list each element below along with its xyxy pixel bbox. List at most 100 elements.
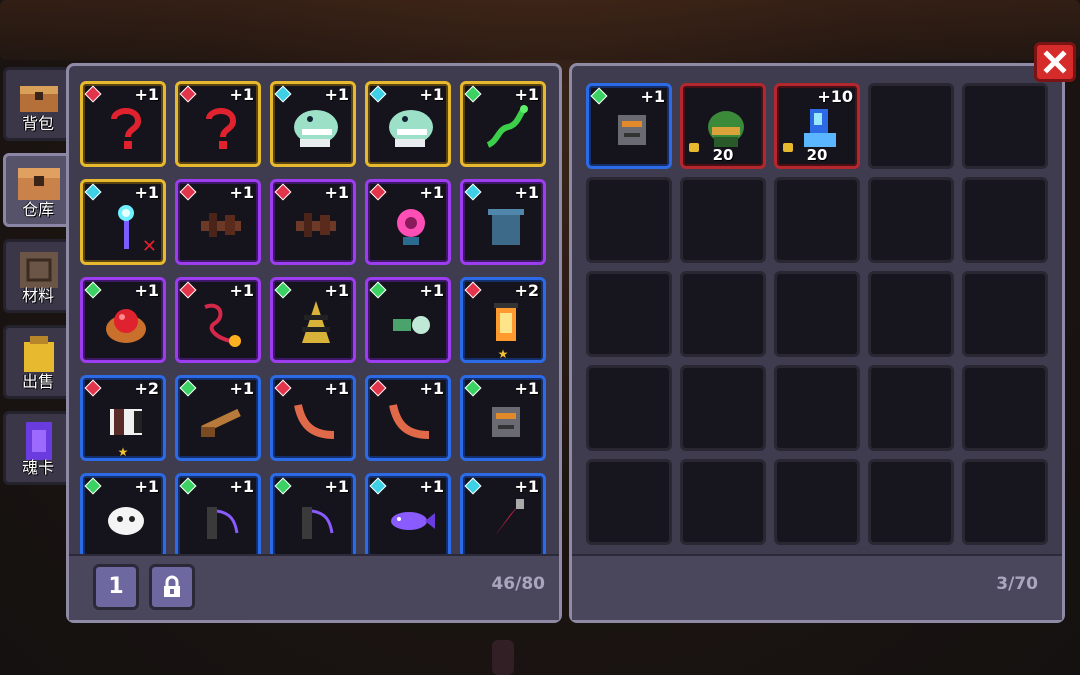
lock-button[interactable] <box>149 564 195 610</box>
storage-slot[interactable]: +1 <box>460 179 546 265</box>
storage-slot[interactable]: +1 <box>365 473 451 557</box>
green-gem-icon <box>179 379 197 397</box>
chain-whip-icon <box>207 507 239 539</box>
red-question-hook-icon <box>206 108 237 149</box>
backpack-slot[interactable]: 20 <box>680 83 766 169</box>
red-gem-icon <box>369 183 387 201</box>
iron-gauntlet-icon <box>110 409 142 435</box>
cyan-gem-icon <box>464 477 482 495</box>
trash-can-icon <box>488 209 524 245</box>
shotgun-icon <box>201 408 241 437</box>
backpack-slot[interactable] <box>962 271 1048 357</box>
storage-slot[interactable]: +1 <box>80 277 166 363</box>
tab-soul-card[interactable]: 魂卡 <box>3 411 73 485</box>
storage-panel: +1 +1 +1 +1 +1 +1 ✕ +1 +1 +1 +1 +1 +1 +1 +1 +2 ★ +2 ★ +1 +1 +… <box>66 63 562 623</box>
cyan-gem-icon <box>84 183 102 201</box>
storage-slot[interactable]: +1 <box>270 179 356 265</box>
backpack-slot[interactable] <box>680 271 766 357</box>
stone-totem-icon <box>492 407 520 437</box>
storage-slot[interactable]: +1 <box>175 179 261 265</box>
backpack-slot[interactable] <box>774 271 860 357</box>
backpack-slot[interactable] <box>868 177 954 263</box>
tab-storage-chest[interactable]: 仓库 <box>3 153 73 227</box>
storage-slot[interactable]: +1 <box>80 473 166 557</box>
tab-materials-box[interactable]: 材料 <box>3 239 73 313</box>
storage-slot[interactable]: +2 ★ <box>80 375 166 461</box>
cyan-gem-icon <box>369 85 387 103</box>
red-x-mark-icon: ✕ <box>141 236 157 257</box>
cyan-gem-icon <box>464 183 482 201</box>
backpack-slot[interactable] <box>680 459 766 545</box>
backpack-grid[interactable]: +1 20 +10 20 <box>586 83 1058 555</box>
storage-slot[interactable]: +1 ✕ <box>80 179 166 265</box>
red-gem-icon <box>179 281 197 299</box>
storage-slot[interactable]: +1 <box>365 375 451 461</box>
backpack-slot[interactable] <box>868 459 954 545</box>
storage-slot[interactable]: +1 <box>270 81 356 167</box>
crossbow-icon <box>201 213 241 237</box>
backpack-slot[interactable] <box>680 177 766 263</box>
green-gem-icon <box>84 477 102 495</box>
backpack-slot[interactable] <box>680 365 766 451</box>
green-gem-icon <box>464 379 482 397</box>
storage-slot[interactable]: +1 <box>175 375 261 461</box>
backpack-slot[interactable] <box>962 365 1048 451</box>
backpack-slot[interactable] <box>774 365 860 451</box>
backpack-capacity: 3/70 <box>996 574 1038 594</box>
tab-chest[interactable]: 背包 <box>3 67 73 141</box>
purple-fish-icon <box>391 512 435 530</box>
tab-sell-bag[interactable]: 出售 <box>3 325 73 399</box>
background-scenery <box>0 0 1080 60</box>
tab-label: 仓库 <box>21 200 54 219</box>
backpack-slot[interactable] <box>868 271 954 357</box>
storage-capacity: 46/80 <box>491 574 545 594</box>
backpack-slot[interactable] <box>586 177 672 263</box>
storage-grid[interactable]: +1 +1 +1 +1 +1 +1 ✕ +1 +1 +1 +1 +1 +1 +1 +1 +2 ★ +2 ★ +1 +1 +… <box>80 81 552 557</box>
striped-cone-icon <box>302 301 330 343</box>
backpack-slot[interactable]: +10 20 <box>774 83 860 169</box>
green-gem-icon <box>179 477 197 495</box>
backpack-slot[interactable]: +1 <box>586 83 672 169</box>
white-ghost-icon <box>108 507 144 535</box>
storage-slot[interactable]: +1 <box>270 277 356 363</box>
boomerang-icon <box>294 404 335 439</box>
storage-slot[interactable]: +1 <box>80 81 166 167</box>
red-gem-icon <box>84 379 102 397</box>
item-count: 20 <box>806 146 828 164</box>
page-number-button[interactable]: 1 <box>93 564 139 610</box>
storage-slot[interactable]: +2 ★ <box>460 277 546 363</box>
backpack-slot[interactable] <box>868 83 954 169</box>
green-gem-icon <box>274 477 292 495</box>
storage-slot[interactable]: +1 <box>365 179 451 265</box>
star-icon: ★ <box>497 347 509 361</box>
backpack-slot[interactable] <box>962 177 1048 263</box>
storage-slot[interactable]: +1 <box>175 277 261 363</box>
storage-slot[interactable]: +1 <box>460 81 546 167</box>
backpack-slot[interactable] <box>586 271 672 357</box>
backpack-slot[interactable] <box>868 365 954 451</box>
tab-label: 背包 <box>21 114 54 133</box>
boomerang-icon <box>389 404 430 439</box>
backpack-slot[interactable] <box>962 459 1048 545</box>
red-gem-icon <box>274 379 292 397</box>
storage-slot[interactable]: +1 <box>175 473 261 557</box>
red-gem-icon <box>84 85 102 103</box>
bone-dragon-skull-icon <box>389 110 433 147</box>
backpack-slot[interactable] <box>962 83 1048 169</box>
storage-slot[interactable]: +1 <box>460 375 546 461</box>
backpack-slot[interactable] <box>774 459 860 545</box>
close-button[interactable] <box>1034 42 1076 82</box>
storage-slot[interactable]: +1 <box>460 473 546 557</box>
backpack-slot[interactable] <box>586 459 672 545</box>
chain-whip-icon <box>302 507 334 539</box>
storage-slot[interactable]: +1 <box>270 473 356 557</box>
bubble-blaster-icon <box>393 316 430 334</box>
storage-slot[interactable]: +1 <box>270 375 356 461</box>
backpack-slot[interactable] <box>774 177 860 263</box>
storage-slot[interactable]: +1 <box>365 277 451 363</box>
storage-slot[interactable]: +1 <box>175 81 261 167</box>
storage-slot[interactable]: +1 <box>365 81 451 167</box>
crossbow-icon <box>296 213 336 237</box>
backpack-slot[interactable] <box>586 365 672 451</box>
stone-totem-icon <box>618 115 646 145</box>
